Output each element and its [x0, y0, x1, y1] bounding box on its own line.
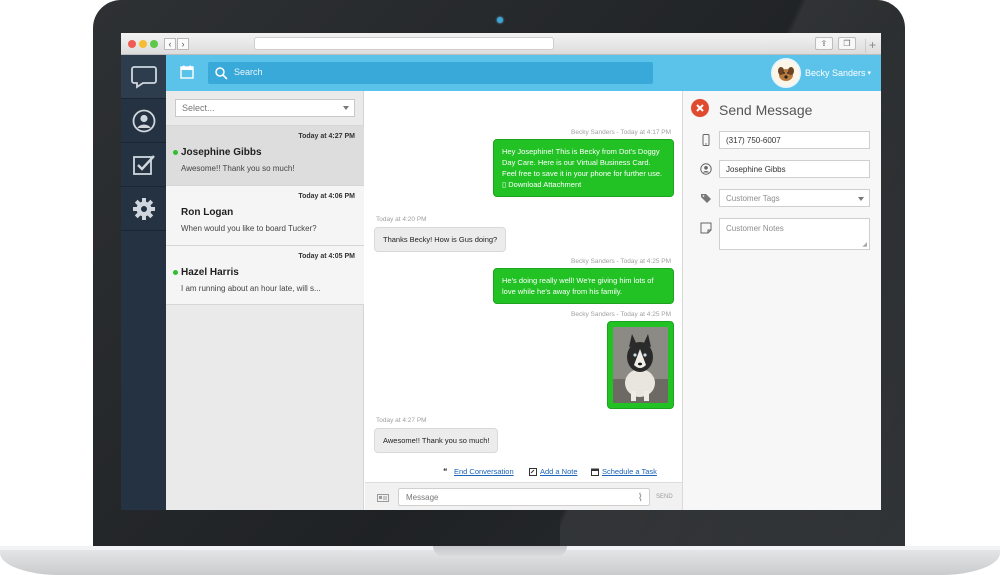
- new-tab-button[interactable]: +: [865, 39, 879, 53]
- conversation-name: Ron Logan: [181, 207, 234, 218]
- avatar: [770, 58, 801, 88]
- forward-button[interactable]: ›: [177, 38, 189, 50]
- app-header: Search Becky Sanders ▾: [166, 55, 881, 91]
- message-bubble-outgoing: He's doing really well! We're giving him…: [493, 268, 674, 304]
- message-bubble-incoming: Thanks Becky! How is Gus doing?: [374, 227, 507, 252]
- schedule-task-link[interactable]: Schedule a Task: [602, 467, 657, 476]
- browser-toolbar: ‹ › ⇪ ❐ +: [121, 33, 881, 55]
- close-window-button[interactable]: [128, 40, 136, 48]
- message-text: Hey Josephine! This is Becky from Dot's …: [502, 147, 663, 178]
- conversation-preview: Awesome!! Thank you so much!: [181, 164, 295, 173]
- resize-handle-icon[interactable]: ◢: [862, 241, 867, 248]
- download-attachment-link[interactable]: ▯ Download Attachment: [502, 180, 581, 189]
- address-bar[interactable]: [254, 37, 554, 50]
- conversation-item[interactable]: Today at 4:06 PM Ron Logan When would yo…: [166, 185, 364, 245]
- document-icon: ▯: [502, 180, 507, 189]
- message-text: He's doing really well! We're giving him…: [502, 276, 654, 296]
- note-icon: [700, 222, 712, 234]
- unread-dot: [173, 150, 178, 155]
- close-icon[interactable]: [691, 99, 709, 117]
- search-input[interactable]: Search: [208, 62, 653, 84]
- checkbox-icon: [132, 154, 155, 175]
- contact-card-icon[interactable]: [377, 494, 389, 502]
- conversation-item[interactable]: Today at 4:27 PM Josephine Gibbs Awesome…: [166, 125, 364, 185]
- user-menu[interactable]: Becky Sanders ▾: [770, 58, 871, 88]
- conversation-preview: I am running about an hour late, will s.…: [181, 284, 321, 293]
- app-nav-rail: [121, 55, 166, 510]
- dog-logo-icon: [772, 60, 799, 86]
- customer-tags-select[interactable]: Customer Tags: [719, 189, 870, 207]
- message-composer: Message ⌇ SEND: [365, 482, 682, 510]
- laptop-notch: [433, 546, 567, 556]
- panel-title: Send Message: [719, 102, 813, 118]
- chat-thread: Becky Sanders - Today at 4:17 PM Hey Jos…: [365, 91, 682, 510]
- calendar-icon: [591, 468, 599, 476]
- back-button[interactable]: ‹: [164, 38, 176, 50]
- add-note-link[interactable]: Add a Note: [540, 467, 578, 476]
- paperclip-icon[interactable]: ⌇: [638, 491, 643, 504]
- message-meta: Becky Sanders - Today at 4:25 PM: [571, 258, 671, 265]
- message-bubble-image[interactable]: [607, 321, 674, 409]
- nav-tasks[interactable]: [121, 143, 166, 187]
- chat-bubble-icon: [130, 65, 157, 89]
- end-conversation-link[interactable]: End Conversation: [454, 467, 514, 476]
- message-meta: Becky Sanders - Today at 4:17 PM: [571, 129, 671, 136]
- tags-icon: [701, 194, 711, 203]
- maximize-window-button[interactable]: [150, 40, 158, 48]
- message-text: Awesome!! Thank you so much!: [383, 436, 490, 445]
- share-button[interactable]: ⇪: [815, 37, 833, 50]
- laptop-mockup: ‹ › ⇪ ❐ + Search Becky Sanders ▾ Select.…: [0, 0, 1000, 575]
- send-button[interactable]: SEND: [656, 494, 673, 500]
- message-bubble-incoming: Awesome!! Thank you so much!: [374, 428, 499, 453]
- message-meta: Today at 4:27 PM: [376, 417, 427, 424]
- search-placeholder: Search: [234, 67, 263, 77]
- conversation-name: Hazel Harris: [181, 267, 239, 278]
- conversation-preview: When would you like to board Tucker?: [181, 224, 317, 233]
- message-meta: Becky Sanders - Today at 4:25 PM: [571, 311, 671, 318]
- tabs-button[interactable]: ❐: [838, 37, 856, 50]
- conversation-filter-select[interactable]: Select...: [175, 99, 355, 117]
- phone-field[interactable]: (317) 750-6007: [719, 131, 870, 149]
- webcam: [497, 17, 503, 23]
- unread-dot: [173, 270, 178, 275]
- user-icon: [132, 109, 155, 132]
- nav-contacts[interactable]: [121, 99, 166, 143]
- chevron-down-icon: [858, 197, 864, 201]
- conversation-name: Josephine Gibbs: [181, 147, 262, 158]
- customer-notes-textarea[interactable]: Customer Notes ◢: [719, 218, 870, 250]
- send-message-panel: Send Message (317) 750-6007 Josephine Gi…: [682, 91, 881, 510]
- conversation-time: Today at 4:06 PM: [298, 193, 355, 200]
- message-input[interactable]: Message ⌇: [398, 488, 650, 506]
- user-name: Becky Sanders: [804, 68, 866, 78]
- nav-settings[interactable]: [121, 187, 166, 231]
- calendar-icon[interactable]: [180, 65, 194, 79]
- customer-name-field[interactable]: Josephine Gibbs: [719, 160, 870, 178]
- nav-messages[interactable]: [121, 55, 166, 99]
- dog-photo: [613, 327, 668, 403]
- conversation-actions: ❝ End Conversation Add a Note Schedule a…: [365, 467, 682, 481]
- chevron-down-icon: ▾: [867, 70, 871, 77]
- gear-icon: [132, 197, 155, 220]
- conversation-item[interactable]: Today at 4:05 PM Hazel Harris I am runni…: [166, 245, 364, 305]
- conversation-list: Select... Today at 4:27 PM Josephine Gib…: [166, 91, 364, 510]
- phone-icon: [702, 134, 710, 146]
- message-bubble-outgoing: Hey Josephine! This is Becky from Dot's …: [493, 139, 674, 197]
- chevron-down-icon: [343, 106, 349, 110]
- conversation-time: Today at 4:27 PM: [298, 133, 355, 140]
- screen: ‹ › ⇪ ❐ + Search Becky Sanders ▾ Select.…: [121, 33, 881, 510]
- quote-icon: ❝: [443, 467, 448, 476]
- minimize-window-button[interactable]: [139, 40, 147, 48]
- user-icon: [700, 163, 712, 175]
- note-icon: [529, 468, 537, 476]
- conversation-time: Today at 4:05 PM: [298, 253, 355, 260]
- search-icon: [215, 67, 228, 80]
- message-text: Thanks Becky! How is Gus doing?: [383, 235, 498, 244]
- message-meta: Today at 4:20 PM: [376, 216, 427, 223]
